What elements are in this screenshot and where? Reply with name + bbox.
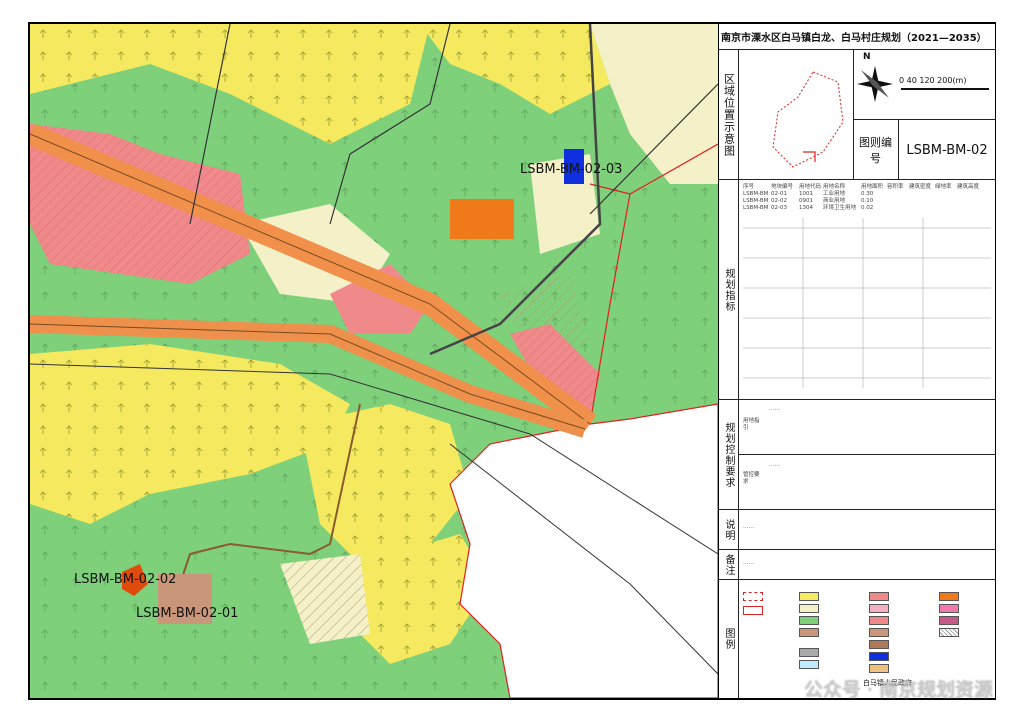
location-label: 区域位置示意图: [719, 50, 739, 179]
legend-boundary: [743, 592, 765, 601]
legend-industrial-2: [869, 628, 891, 637]
indicator-table: 序号 地块编号 用地代码 用地名称 用地面积 容积率 建筑密度 绿地率 建筑高度…: [743, 184, 991, 391]
land-use-map-svg: [30, 24, 718, 698]
indicator-row: 规划指标 序号 地块编号 用地代码 用地名称 用地面积 容积率 建筑密度 绿地率…: [719, 180, 995, 400]
code-value: LSBM-BM-02: [906, 142, 988, 158]
location-mini-map: [772, 71, 844, 168]
th-landcode: 用地代码: [799, 184, 822, 190]
code-label: 图则编号: [853, 120, 899, 180]
legend-grey: [799, 648, 821, 657]
legend-village: [869, 592, 891, 601]
cell: 环境卫生用地: [823, 205, 857, 211]
cell: LSBM-BM: [743, 191, 769, 197]
legend-farmland-2: [799, 604, 821, 613]
indicator-grid: [743, 218, 991, 388]
notes-text: ……: [743, 524, 754, 530]
legend-brown: [869, 640, 891, 649]
legend-village-2: [869, 604, 891, 613]
cell: 0.30: [861, 191, 874, 197]
cell: 02-02: [771, 198, 787, 204]
info-panel: 南京市溧水区白马镇白龙、白马村庄规划（2021—2035） 区域位置示意图 N …: [718, 24, 995, 698]
cell: 0.10: [861, 198, 874, 204]
legend-yellow: [869, 664, 891, 673]
location-row: 区域位置示意图 N 0 40 120 200(m) 图则编号 LSBM-BM-0…: [719, 50, 995, 180]
legend-village-3: [869, 616, 891, 625]
th-height: 建筑高度: [957, 184, 980, 190]
control-text-a: ……: [769, 406, 780, 412]
cell: 0.02: [861, 205, 874, 211]
watermark: 公众号 · 南京规划资源: [803, 679, 993, 701]
control-row: 规划控制要求 用地指引 …… 管控要求 ……: [719, 400, 995, 510]
th-area: 用地面积: [861, 184, 884, 190]
cell: 商业用地: [823, 198, 846, 204]
cell: 1001: [799, 191, 813, 197]
north-arrow-icon: [857, 66, 893, 102]
cell: LSBM-BM: [743, 198, 769, 204]
orange-commercial-block: [450, 199, 514, 239]
legend-label: 图例: [719, 580, 739, 698]
control-text-b: ……: [769, 462, 780, 468]
indicator-table-header: 序号 地块编号 用地代码 用地名称 用地面积 容积率 建筑密度 绿地率 建筑高度: [743, 184, 991, 191]
parcel-label-02-02: LSBM-BM-02-02: [74, 572, 177, 587]
th-far: 容积率: [887, 184, 904, 190]
north-label: N: [863, 52, 871, 62]
legend-magenta: [939, 616, 961, 625]
legend-forest: [799, 616, 821, 625]
legend-farmland: [799, 592, 821, 601]
table-row: LSBM-BM 02-03 1304 环境卫生用地 0.02: [743, 205, 991, 212]
legend-commercial: [939, 592, 961, 601]
remark-row: 备注 ……: [719, 550, 995, 580]
parcel-label-02-03: LSBM-BM-02-03: [520, 162, 623, 177]
cell: 工业用地: [823, 191, 846, 197]
scale-bar-text: 0 40 120 200(m): [899, 76, 967, 85]
table-row: LSBM-BM 02-01 1001 工业用地 0.30: [743, 191, 991, 198]
legend-water: [799, 660, 821, 669]
table-row: LSBM-BM 02-02 0901 商业用地 0.10: [743, 198, 991, 205]
legend-boundary-2: [743, 606, 765, 615]
cell: 0901: [799, 198, 813, 204]
cell: 02-01: [771, 191, 787, 197]
parcel-label-02-01: LSBM-BM-02-01: [136, 606, 239, 621]
sub-label-b: 管控要求: [743, 472, 760, 485]
th-landname: 用地名称: [823, 184, 846, 190]
sub-label-a: 用地指引: [743, 418, 760, 431]
cell: LSBM-BM: [743, 205, 769, 211]
scale-bar: [901, 88, 989, 90]
legend-hatch: [939, 628, 961, 637]
remark-label: 备注: [719, 550, 739, 579]
legend-sanitation: [869, 652, 891, 661]
remark-text: ……: [743, 560, 754, 566]
notes-label: 说明: [719, 510, 739, 549]
legend-industrial: [799, 628, 821, 637]
cell: 02-03: [771, 205, 787, 211]
legend-pink: [939, 604, 961, 613]
th-no: 序号: [743, 184, 755, 190]
scale-north-box: N 0 40 120 200(m): [853, 50, 995, 120]
notes-row: 说明 ……: [719, 510, 995, 550]
th-code: 地块编号: [771, 184, 794, 190]
map-sheet-frame: LSBM-BM-02-03 LSBM-BM-02-02 LSBM-BM-02-0…: [28, 22, 996, 700]
cell: 1304: [799, 205, 813, 211]
th-density: 建筑密度: [909, 184, 932, 190]
land-use-map[interactable]: LSBM-BM-02-03 LSBM-BM-02-02 LSBM-BM-02-0…: [30, 24, 718, 698]
control-label: 规划控制要求: [719, 400, 739, 509]
sheet-title: 南京市溧水区白马镇白龙、白马村庄规划（2021—2035）: [719, 24, 995, 50]
indicator-label: 规划指标: [719, 180, 739, 399]
th-green: 绿地率: [935, 184, 952, 190]
